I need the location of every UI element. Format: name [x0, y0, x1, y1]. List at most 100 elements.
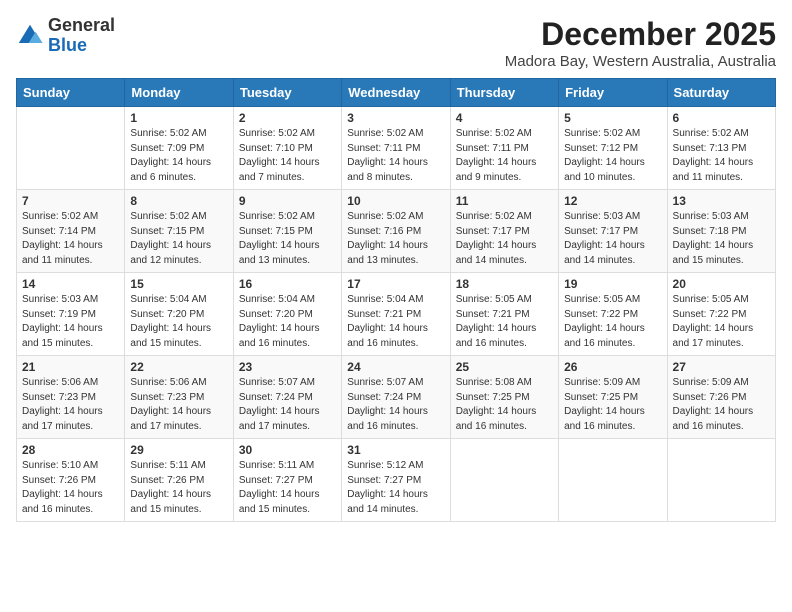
logo-blue: Blue [48, 35, 87, 55]
day-number: 6 [673, 111, 770, 125]
day-info: Sunrise: 5:02 AM Sunset: 7:15 PM Dayligh… [239, 210, 336, 268]
day-number: 9 [239, 194, 336, 208]
day-number: 22 [130, 360, 227, 374]
day-info: Sunrise: 5:02 AM Sunset: 7:09 PM Dayligh… [130, 127, 227, 185]
calendar-cell: 1 Sunrise: 5:02 AM Sunset: 7:09 PM Daylig… [125, 107, 233, 190]
day-info: Sunrise: 5:11 AM Sunset: 7:26 PM Dayligh… [130, 459, 227, 517]
day-info: Sunrise: 5:07 AM Sunset: 7:24 PM Dayligh… [347, 376, 444, 434]
day-info: Sunrise: 5:06 AM Sunset: 7:23 PM Dayligh… [130, 376, 227, 434]
day-info: Sunrise: 5:09 AM Sunset: 7:25 PM Dayligh… [564, 376, 661, 434]
calendar-cell: 28Sunrise: 5:10 AM Sunset: 7:26 PM Dayli… [17, 439, 125, 522]
calendar-week-1: 1 Sunrise: 5:02 AM Sunset: 7:09 PM Daylig… [17, 107, 776, 190]
logo: General Blue [16, 16, 115, 56]
calendar-week-4: 21 Sunrise: 5:06 AM Sunset: 7:23 PM Dayli… [17, 356, 776, 439]
day-number: 8 [130, 194, 227, 208]
calendar-cell: 14Sunrise: 5:03 AM Sunset: 7:19 PM Dayli… [17, 273, 125, 356]
calendar-cell: 26 Sunrise: 5:09 AM Sunset: 7:25 PM Dayli… [559, 356, 667, 439]
calendar-header-row: SundayMondayTuesdayWednesdayThursdayFrid… [17, 79, 776, 107]
day-number: 27 [673, 360, 770, 374]
day-info: Sunrise: 5:04 AM Sunset: 7:21 PM Dayligh… [347, 293, 444, 351]
calendar-cell: 24 Sunrise: 5:07 AM Sunset: 7:24 PM Dayli… [342, 356, 450, 439]
day-number: 21 [22, 360, 119, 374]
day-number: 28 [22, 443, 119, 457]
calendar-cell [667, 439, 775, 522]
day-number: 19 [564, 277, 661, 291]
day-number: 18 [456, 277, 553, 291]
logo-text: General Blue [48, 16, 115, 56]
day-number: 4 [456, 111, 553, 125]
calendar-cell: 31Sunrise: 5:12 AM Sunset: 7:27 PM Dayli… [342, 439, 450, 522]
calendar-cell: 5Sunrise: 5:02 AM Sunset: 7:12 PM Daylig… [559, 107, 667, 190]
calendar-cell: 12Sunrise: 5:03 AM Sunset: 7:17 PM Dayli… [559, 190, 667, 273]
calendar-cell [559, 439, 667, 522]
day-number: 23 [239, 360, 336, 374]
calendar-week-2: 7 Sunrise: 5:02 AM Sunset: 7:14 PM Daylig… [17, 190, 776, 273]
day-info: Sunrise: 5:04 AM Sunset: 7:20 PM Dayligh… [130, 293, 227, 351]
calendar-cell: 15Sunrise: 5:04 AM Sunset: 7:20 PM Dayli… [125, 273, 233, 356]
day-info: Sunrise: 5:12 AM Sunset: 7:27 PM Dayligh… [347, 459, 444, 517]
calendar-cell: 19Sunrise: 5:05 AM Sunset: 7:22 PM Dayli… [559, 273, 667, 356]
day-info: Sunrise: 5:11 AM Sunset: 7:27 PM Dayligh… [239, 459, 336, 517]
calendar-cell: 13Sunrise: 5:03 AM Sunset: 7:18 PM Dayli… [667, 190, 775, 273]
day-number: 3 [347, 111, 444, 125]
day-info: Sunrise: 5:07 AM Sunset: 7:24 PM Dayligh… [239, 376, 336, 434]
calendar-cell: 21 Sunrise: 5:06 AM Sunset: 7:23 PM Dayli… [17, 356, 125, 439]
calendar-week-5: 28Sunrise: 5:10 AM Sunset: 7:26 PM Dayli… [17, 439, 776, 522]
header: General Blue December 2025 Madora Bay, W… [16, 16, 776, 70]
day-number: 14 [22, 277, 119, 291]
calendar-cell: 11Sunrise: 5:02 AM Sunset: 7:17 PM Dayli… [450, 190, 558, 273]
calendar-header-saturday: Saturday [667, 79, 775, 107]
calendar-cell: 22 Sunrise: 5:06 AM Sunset: 7:23 PM Dayli… [125, 356, 233, 439]
calendar-cell: 7 Sunrise: 5:02 AM Sunset: 7:14 PM Daylig… [17, 190, 125, 273]
calendar-header-wednesday: Wednesday [342, 79, 450, 107]
logo-general: General [48, 15, 115, 35]
day-number: 1 [130, 111, 227, 125]
calendar-header-thursday: Thursday [450, 79, 558, 107]
calendar-cell: 30Sunrise: 5:11 AM Sunset: 7:27 PM Dayli… [233, 439, 341, 522]
calendar-header-monday: Monday [125, 79, 233, 107]
day-info: Sunrise: 5:05 AM Sunset: 7:21 PM Dayligh… [456, 293, 553, 351]
day-info: Sunrise: 5:02 AM Sunset: 7:14 PM Dayligh… [22, 210, 119, 268]
calendar-header-friday: Friday [559, 79, 667, 107]
location-title: Madora Bay, Western Australia, Australia [505, 53, 776, 70]
day-number: 17 [347, 277, 444, 291]
day-info: Sunrise: 5:09 AM Sunset: 7:26 PM Dayligh… [673, 376, 770, 434]
day-number: 16 [239, 277, 336, 291]
day-number: 24 [347, 360, 444, 374]
day-info: Sunrise: 5:08 AM Sunset: 7:25 PM Dayligh… [456, 376, 553, 434]
calendar-cell: 2 Sunrise: 5:02 AM Sunset: 7:10 PM Daylig… [233, 107, 341, 190]
day-info: Sunrise: 5:06 AM Sunset: 7:23 PM Dayligh… [22, 376, 119, 434]
day-number: 20 [673, 277, 770, 291]
calendar-cell: 10Sunrise: 5:02 AM Sunset: 7:16 PM Dayli… [342, 190, 450, 273]
calendar-cell: 8 Sunrise: 5:02 AM Sunset: 7:15 PM Daylig… [125, 190, 233, 273]
day-number: 25 [456, 360, 553, 374]
logo-icon [16, 22, 44, 50]
calendar-week-3: 14Sunrise: 5:03 AM Sunset: 7:19 PM Dayli… [17, 273, 776, 356]
calendar-cell: 16 Sunrise: 5:04 AM Sunset: 7:20 PM Dayli… [233, 273, 341, 356]
day-number: 29 [130, 443, 227, 457]
calendar-cell: 3 Sunrise: 5:02 AM Sunset: 7:11 PM Daylig… [342, 107, 450, 190]
day-number: 13 [673, 194, 770, 208]
month-title: December 2025 [505, 16, 776, 53]
calendar-cell [450, 439, 558, 522]
calendar-cell: 27 Sunrise: 5:09 AM Sunset: 7:26 PM Dayli… [667, 356, 775, 439]
day-number: 2 [239, 111, 336, 125]
day-number: 7 [22, 194, 119, 208]
calendar-cell: 9 Sunrise: 5:02 AM Sunset: 7:15 PM Daylig… [233, 190, 341, 273]
calendar-header-sunday: Sunday [17, 79, 125, 107]
day-info: Sunrise: 5:04 AM Sunset: 7:20 PM Dayligh… [239, 293, 336, 351]
day-number: 26 [564, 360, 661, 374]
day-info: Sunrise: 5:03 AM Sunset: 7:17 PM Dayligh… [564, 210, 661, 268]
calendar-cell: 4Sunrise: 5:02 AM Sunset: 7:11 PM Daylig… [450, 107, 558, 190]
calendar-cell: 6Sunrise: 5:02 AM Sunset: 7:13 PM Daylig… [667, 107, 775, 190]
day-info: Sunrise: 5:02 AM Sunset: 7:12 PM Dayligh… [564, 127, 661, 185]
day-number: 11 [456, 194, 553, 208]
day-info: Sunrise: 5:02 AM Sunset: 7:15 PM Dayligh… [130, 210, 227, 268]
day-info: Sunrise: 5:02 AM Sunset: 7:11 PM Dayligh… [347, 127, 444, 185]
day-info: Sunrise: 5:02 AM Sunset: 7:10 PM Dayligh… [239, 127, 336, 185]
calendar-cell: 29 Sunrise: 5:11 AM Sunset: 7:26 PM Dayli… [125, 439, 233, 522]
calendar-cell: 18 Sunrise: 5:05 AM Sunset: 7:21 PM Dayli… [450, 273, 558, 356]
day-info: Sunrise: 5:05 AM Sunset: 7:22 PM Dayligh… [673, 293, 770, 351]
calendar-header-tuesday: Tuesday [233, 79, 341, 107]
calendar-table: SundayMondayTuesdayWednesdayThursdayFrid… [16, 78, 776, 522]
